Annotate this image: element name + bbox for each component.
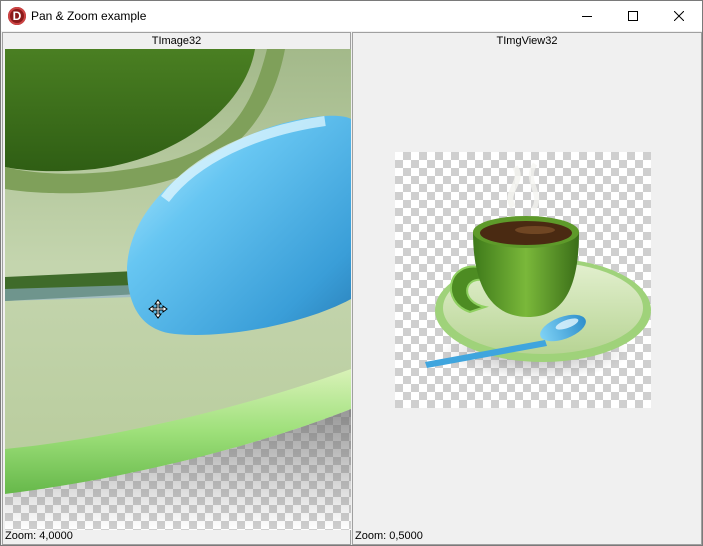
title-bar[interactable]: D Pan & Zoom example xyxy=(1,1,702,31)
minimize-icon xyxy=(582,16,592,17)
maximize-button[interactable] xyxy=(610,1,656,31)
teacup-graphic xyxy=(425,162,651,380)
cup-thumbnail-image[interactable] xyxy=(395,152,651,408)
window-title: Pan & Zoom example xyxy=(31,9,147,23)
app-icon[interactable]: D xyxy=(8,7,26,25)
move-cursor-icon xyxy=(148,299,168,319)
timage32-panel: TImage32 Zoom: 4,0000 xyxy=(2,32,351,545)
timage32-view[interactable] xyxy=(5,49,351,530)
maximize-icon xyxy=(628,11,638,21)
timgview32-header: TImgView32 xyxy=(496,35,558,47)
app-window: D Pan & Zoom example TImage32 Zoom: 4,00… xyxy=(0,0,703,546)
zoomed-cup-image[interactable] xyxy=(5,49,351,530)
close-button[interactable] xyxy=(656,1,702,31)
timgview32-panel: TImgView32 Zoom: 0,5000 xyxy=(352,32,702,545)
close-icon xyxy=(674,11,684,21)
timgview32-zoom-status: Zoom: 0,5000 xyxy=(355,530,423,542)
timage32-header: TImage32 xyxy=(151,35,202,47)
minimize-button[interactable] xyxy=(564,1,610,31)
timage32-zoom-status: Zoom: 4,0000 xyxy=(5,530,73,542)
timgview32-view[interactable] xyxy=(353,49,701,530)
